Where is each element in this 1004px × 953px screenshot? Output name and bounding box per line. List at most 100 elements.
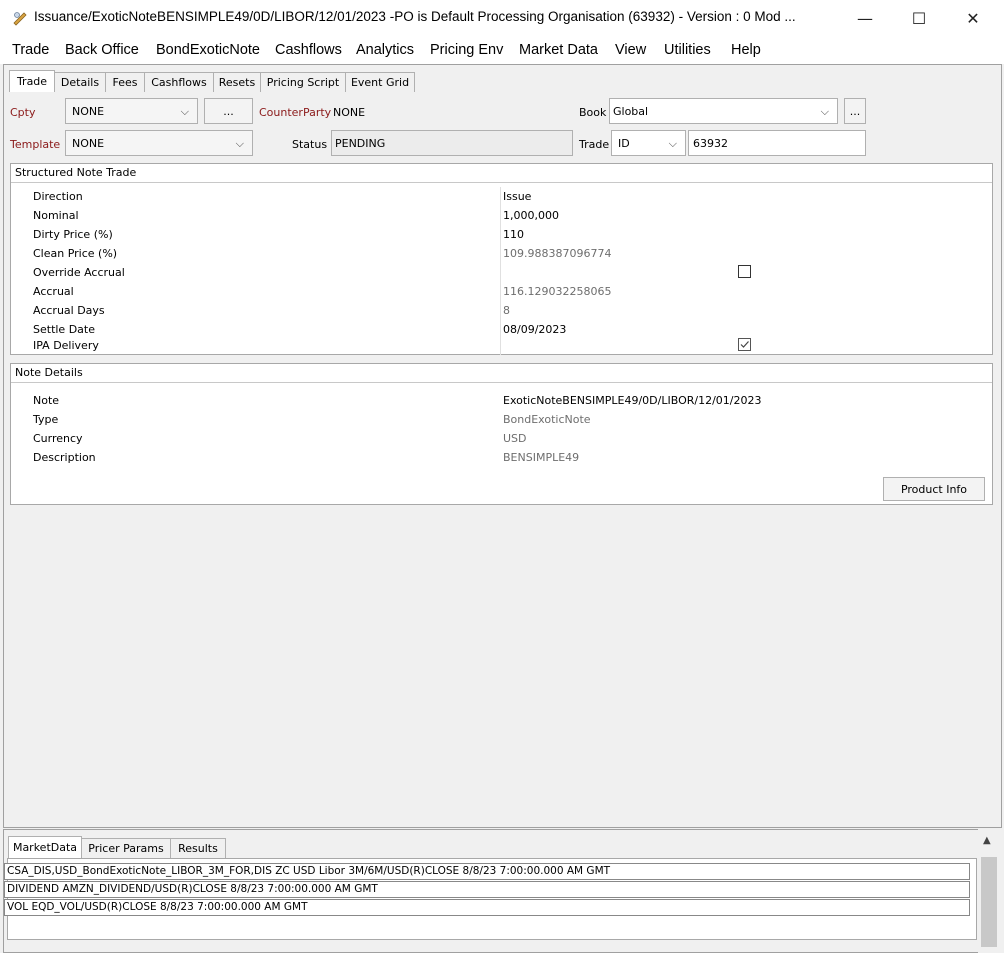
book-value: Global <box>613 105 649 118</box>
market-data-row[interactable]: VOL EQD_VOL/USD(R)CLOSE 8/8/23 7:00:00.0… <box>4 899 970 916</box>
ipa-delivery-checkbox[interactable] <box>738 338 751 351</box>
property-label: Settle Date <box>33 323 95 336</box>
chevron-down-icon: ⌵ <box>668 137 677 150</box>
property-label: IPA Delivery <box>33 339 99 352</box>
property-label: Currency <box>33 432 83 445</box>
market-data-row[interactable]: DIVIDEND AMZN_DIVIDEND/USD(R)CLOSE 8/8/2… <box>4 881 970 898</box>
property-label: Direction <box>33 190 83 203</box>
vertical-scrollbar[interactable]: ▲ <box>978 829 1000 953</box>
title-bar: Issuance/ExoticNoteBENSIMPLE49/0D/LIBOR/… <box>0 0 1004 36</box>
maximize-button[interactable]: ☐ <box>896 0 942 36</box>
book-combo[interactable]: Global ⌵ <box>609 98 838 124</box>
property-row: Accrual Days 8 <box>11 301 992 320</box>
chevron-down-icon: ⌵ <box>180 105 189 118</box>
chevron-down-icon: ⌵ <box>235 137 244 150</box>
property-value[interactable]: 110 <box>503 228 524 241</box>
tab-fees[interactable]: Fees <box>105 72 145 92</box>
trade-id-value: 63932 <box>693 137 728 150</box>
trade-label: Trade <box>579 138 610 151</box>
app-icon <box>13 12 27 26</box>
cpty-label: Cpty <box>10 106 36 119</box>
menu-help[interactable]: Help <box>731 42 761 58</box>
status-label: Status <box>292 138 328 151</box>
tab-marketdata[interactable]: MarketData <box>8 836 82 858</box>
property-value[interactable]: Issue <box>503 190 531 203</box>
property-row: Accrual 116.129032258065 <box>11 282 992 301</box>
chevron-down-icon: ⌵ <box>820 105 829 118</box>
note-details-panel: Note Details Note ExoticNoteBENSIMPLE49/0… <box>10 363 993 505</box>
property-value[interactable]: ExoticNoteBENSIMPLE49/0D/LIBOR/12/01/202… <box>503 394 761 407</box>
property-label: Accrual Days <box>33 304 105 317</box>
tab-pricer-params[interactable]: Pricer Params <box>81 838 171 858</box>
chevron-up-icon[interactable]: ▲ <box>983 835 991 846</box>
property-value: USD <box>503 432 527 445</box>
property-value[interactable]: 08/09/2023 <box>503 323 566 336</box>
counterparty-value: NONE <box>333 106 366 119</box>
checkmark-icon <box>740 341 749 348</box>
tab-details[interactable]: Details <box>54 72 106 92</box>
tab-trade[interactable]: Trade <box>9 70 55 92</box>
property-row: Override Accrual <box>11 263 992 282</box>
property-label: Type <box>33 413 59 426</box>
trade-id-input[interactable]: 63932 <box>688 130 866 156</box>
template-label: Template <box>10 138 61 151</box>
menu-pricing-env[interactable]: Pricing Env <box>430 42 503 58</box>
tab-event-grid[interactable]: Event Grid <box>345 72 415 92</box>
status-value: PENDING <box>335 137 386 150</box>
minimize-button[interactable]: — <box>842 0 888 36</box>
menu-analytics[interactable]: Analytics <box>356 42 414 58</box>
property-label: Accrual <box>33 285 74 298</box>
property-value: BENSIMPLE49 <box>503 451 580 464</box>
menu-bondexoticnote[interactable]: BondExoticNote <box>156 42 260 58</box>
property-row: Type BondExoticNote <box>11 410 992 429</box>
property-row: Description BENSIMPLE49 <box>11 448 992 467</box>
book-label: Book <box>579 106 607 119</box>
property-label: Note <box>33 394 60 407</box>
note-details-title: Note Details <box>11 364 992 383</box>
property-row: IPA Delivery <box>11 336 992 355</box>
property-value: 8 <box>503 304 510 317</box>
menu-back-office[interactable]: Back Office <box>65 42 139 58</box>
status-field: PENDING <box>331 130 573 156</box>
template-value: NONE <box>72 137 105 150</box>
cpty-ellipsis-button[interactable]: ... <box>204 98 253 124</box>
menu-trade[interactable]: Trade <box>12 42 49 58</box>
property-row: Note ExoticNoteBENSIMPLE49/0D/LIBOR/12/01… <box>11 391 992 410</box>
menu-bar: Trade Back Office BondExoticNote Cashflo… <box>0 36 1004 64</box>
property-label: Clean Price (%) <box>33 247 118 260</box>
menu-cashflows[interactable]: Cashflows <box>275 42 342 58</box>
trade-id-type-value: ID <box>618 137 630 150</box>
template-combo[interactable]: NONE ⌵ <box>65 130 253 156</box>
property-label: Description <box>33 451 96 464</box>
property-label: Dirty Price (%) <box>33 228 113 241</box>
override-accrual-checkbox[interactable] <box>738 265 751 278</box>
product-info-button[interactable]: Product Info <box>883 477 985 501</box>
property-row: Direction Issue <box>11 187 992 206</box>
property-row: Nominal 1,000,000 <box>11 206 992 225</box>
market-data-row[interactable]: CSA_DIS,USD_BondExoticNote_LIBOR_3M_FOR,… <box>4 863 970 880</box>
window-title: Issuance/ExoticNoteBENSIMPLE49/0D/LIBOR/… <box>34 9 796 24</box>
property-row: Dirty Price (%) 110 <box>11 225 992 244</box>
menu-utilities[interactable]: Utilities <box>664 42 711 58</box>
structured-note-title: Structured Note Trade <box>11 164 992 183</box>
menu-market-data[interactable]: Market Data <box>519 42 598 58</box>
property-label: Nominal <box>33 209 79 222</box>
book-ellipsis-button[interactable]: ... <box>844 98 866 124</box>
counterparty-label: CounterParty <box>259 106 332 119</box>
cpty-combo[interactable]: NONE ⌵ <box>65 98 198 124</box>
tab-pricing-script[interactable]: Pricing Script <box>260 72 346 92</box>
close-button[interactable]: ✕ <box>950 0 996 36</box>
property-value: BondExoticNote <box>503 413 591 426</box>
trade-id-type-combo[interactable]: ID ⌵ <box>611 130 686 156</box>
scrollbar-thumb[interactable] <box>981 857 997 947</box>
cpty-value: NONE <box>72 105 105 118</box>
menu-view[interactable]: View <box>615 42 646 58</box>
property-value: 116.129032258065 <box>503 285 612 298</box>
structured-note-panel: Structured Note Trade Direction Issue Nom… <box>10 163 993 355</box>
property-value[interactable]: 1,000,000 <box>503 209 559 222</box>
tab-results[interactable]: Results <box>170 838 226 858</box>
property-label: Override Accrual <box>33 266 125 279</box>
tab-cashflows[interactable]: Cashflows <box>144 72 214 92</box>
tab-resets[interactable]: Resets <box>213 72 261 92</box>
property-row: Clean Price (%) 109.988387096774 <box>11 244 992 263</box>
